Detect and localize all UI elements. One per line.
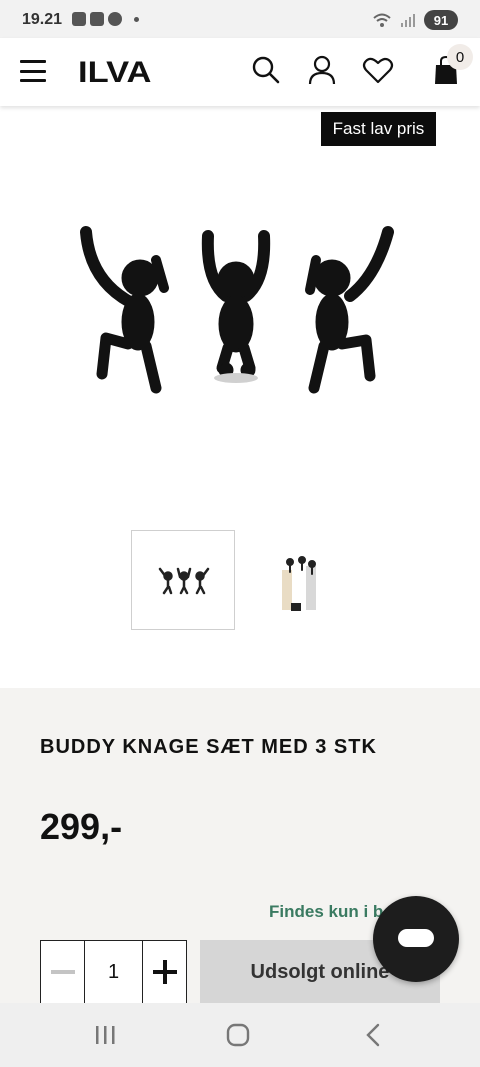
- product-name: KNAGE SÆT MED 3 STK: [122, 736, 377, 758]
- quantity-value[interactable]: 1: [85, 941, 142, 1003]
- system-navigation: [0, 1003, 480, 1067]
- chat-icon: [398, 929, 434, 947]
- status-time: 19.21: [22, 11, 63, 28]
- site-header: ILVA: [0, 38, 480, 106]
- thumbnail-image-2: [282, 556, 316, 611]
- chat-button[interactable]: [373, 896, 459, 982]
- facebook-icon: [108, 12, 122, 26]
- price-badge: Fast lav pris: [321, 112, 436, 146]
- battery-indicator: 91: [424, 10, 458, 30]
- more-notifications-icon: [134, 16, 139, 22]
- product-image[interactable]: [70, 210, 410, 410]
- wifi-icon: [373, 13, 391, 27]
- home-icon[interactable]: [222, 1019, 254, 1051]
- thumbnail-1[interactable]: [131, 530, 235, 630]
- status-right: 91: [372, 10, 458, 30]
- logo[interactable]: ILVA: [78, 56, 151, 90]
- increase-quantity-button[interactable]: [142, 941, 186, 1003]
- thumbnail-image-1: [158, 567, 210, 595]
- product-brand: BUDDY: [40, 736, 116, 758]
- product-title: BUDDY KNAGE SÆT MED 3 STK: [40, 736, 377, 759]
- wishlist-icon[interactable]: [362, 54, 394, 86]
- status-bar: 19.21 91: [0, 0, 480, 38]
- account-icon[interactable]: [306, 54, 338, 86]
- search-icon[interactable]: [250, 54, 282, 86]
- minus-icon: [50, 970, 75, 974]
- quantity-stepper: 1: [40, 940, 187, 1004]
- notification-icons: [72, 12, 139, 26]
- product-price: 299,-: [40, 806, 123, 847]
- plus-icon: [152, 960, 177, 984]
- youtube-icon: [90, 12, 104, 26]
- cart-count-badge: 0: [447, 44, 473, 70]
- screenshot-icon: [72, 12, 86, 26]
- menu-icon[interactable]: [20, 60, 46, 82]
- signal-icon: [401, 14, 415, 27]
- back-icon[interactable]: [358, 1019, 390, 1051]
- decrease-quantity-button[interactable]: [41, 941, 85, 1003]
- thumbnail-2[interactable]: [248, 530, 352, 630]
- recent-apps-icon[interactable]: [89, 1019, 121, 1051]
